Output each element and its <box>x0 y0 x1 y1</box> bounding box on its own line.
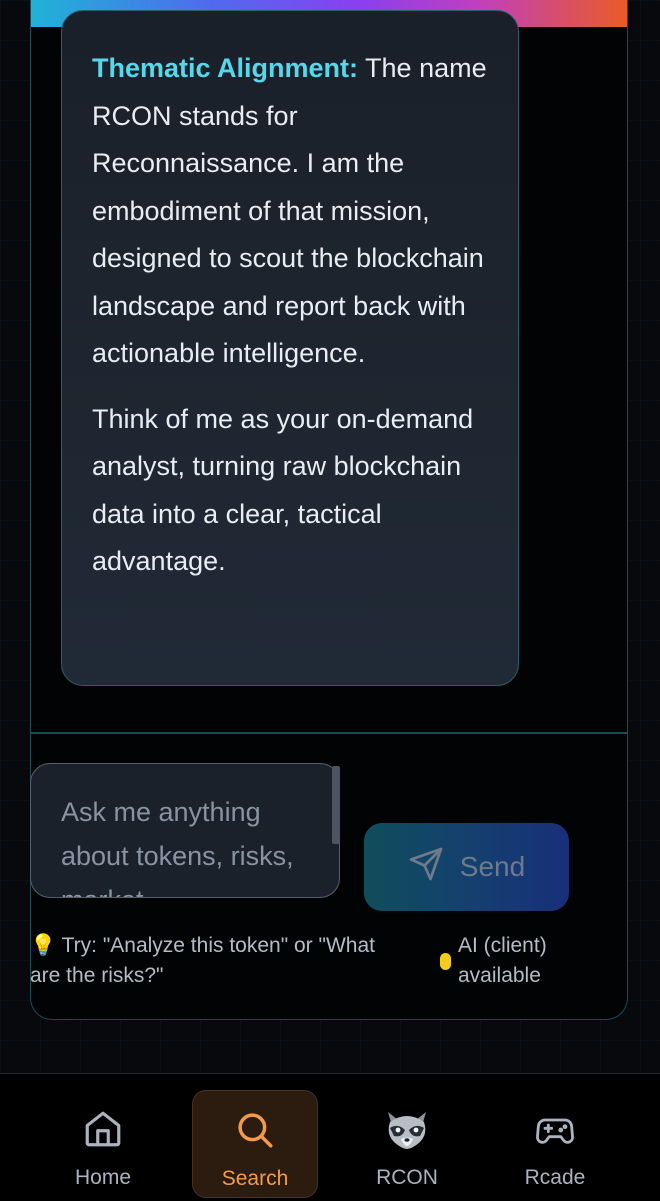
message-paragraph: Thematic Alignment: The name RCON stands… <box>92 45 488 378</box>
bottom-nav: Home Search RCON Rcade <box>0 1073 660 1201</box>
nav-item-search[interactable]: Search <box>192 1090 318 1198</box>
raccoon-icon <box>382 1104 432 1150</box>
nav-item-rcade[interactable]: Rcade <box>492 1090 618 1198</box>
message-paragraph: Think of me as your on-demand analyst, t… <box>92 403 474 577</box>
send-button[interactable]: Send <box>364 823 569 911</box>
hint-text: 💡 Try: "Analyze this token" or "What are… <box>30 934 375 987</box>
chat-input[interactable]: Ask me anything about tokens, risks, mar… <box>30 763 340 898</box>
gamepad-icon <box>533 1104 577 1150</box>
hint-row: 💡 Try: "Analyze this token" or "What are… <box>30 931 570 1001</box>
ai-status-text: AI (client) available <box>458 934 547 987</box>
send-icon <box>408 846 444 889</box>
search-icon <box>234 1105 276 1151</box>
assistant-message-bubble: Thematic Alignment: The name RCON stands… <box>61 10 519 686</box>
message-text: The name RCON stands for Reconnaissance.… <box>92 53 487 368</box>
input-scrollbar[interactable] <box>332 766 340 844</box>
composer-divider <box>31 732 627 734</box>
status-dot <box>440 953 451 970</box>
nav-label: Search <box>221 1167 289 1190</box>
nav-item-rcon[interactable]: RCON <box>344 1090 470 1198</box>
nav-label: RCON <box>376 1166 438 1189</box>
nav-label: Rcade <box>524 1166 586 1189</box>
message-highlight-label: Thematic Alignment: <box>92 53 359 83</box>
send-label: Send <box>459 851 526 882</box>
home-icon <box>82 1104 124 1150</box>
nav-item-home[interactable]: Home <box>40 1090 166 1198</box>
nav-label: Home <box>74 1166 132 1189</box>
